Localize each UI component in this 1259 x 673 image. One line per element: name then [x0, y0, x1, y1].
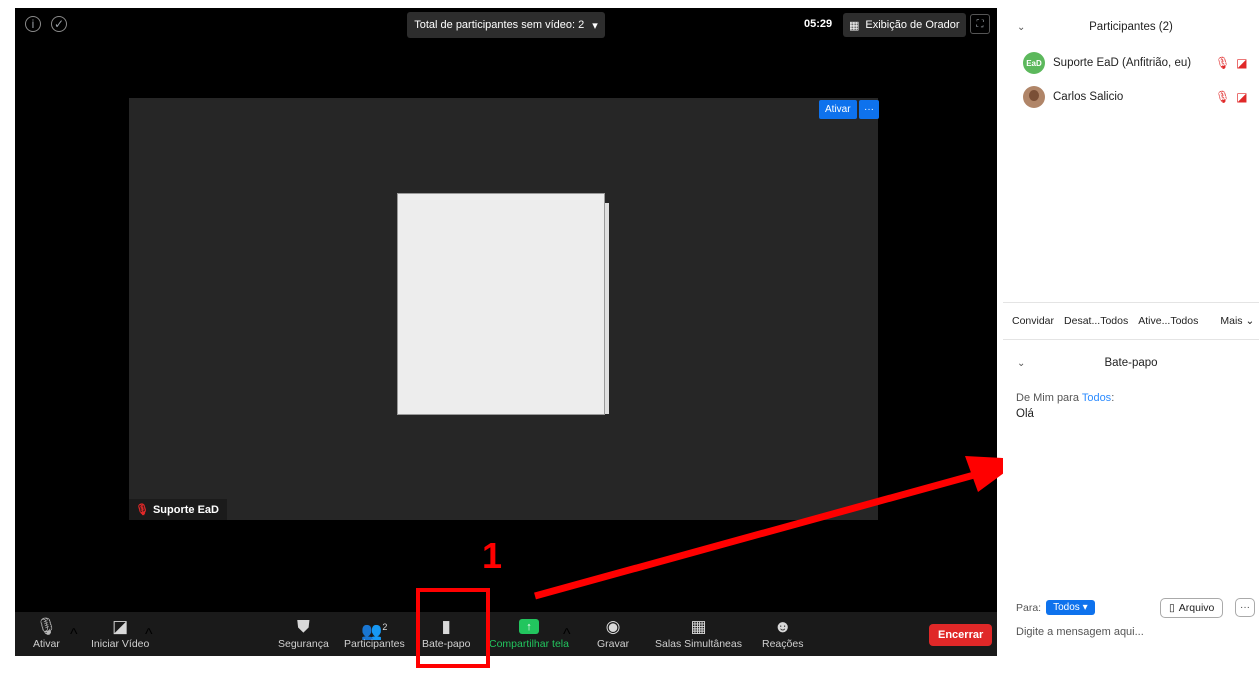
collapse-chevron-icon[interactable]: ⌄ [1017, 22, 1025, 33]
chat-message-text: Olá [1016, 408, 1034, 420]
mute-all-button[interactable]: Desat...Todos [1064, 315, 1128, 327]
avatar: EaD [1023, 52, 1045, 74]
chat-message-input[interactable] [1016, 626, 1246, 638]
invite-button[interactable]: Convidar [1012, 315, 1054, 327]
more-actions-button[interactable]: Mais ⌄ [1220, 315, 1254, 327]
participant-name: Suporte EaD (Anfitrião, eu) [1053, 57, 1192, 69]
participants-header: ⌄ Participantes (2) [1003, 14, 1259, 40]
collapse-chevron-icon[interactable]: ⌄ [1017, 358, 1025, 369]
participant-name: Carlos Salicio [1053, 91, 1124, 103]
muted-mic-icon[interactable]: 🎙︎ [1215, 56, 1230, 70]
more-label: Mais [1220, 315, 1243, 327]
file-label: Arquivo [1178, 602, 1215, 614]
avatar [1023, 86, 1045, 108]
file-button[interactable]: ▯ Arquivo [1160, 598, 1224, 618]
muted-mic-icon[interactable]: 🎙︎ [1215, 90, 1230, 104]
side-panel: ⌄ Participantes (2) EaD Suporte EaD (Anf… [1003, 0, 1259, 673]
chat-header: ⌄ Bate-papo [1003, 350, 1259, 376]
file-icon: ▯ [1169, 602, 1175, 614]
chat-title: Bate-papo [1104, 357, 1158, 369]
to-label: Para: [1016, 601, 1042, 614]
unmute-all-button[interactable]: Ative...Todos [1138, 315, 1198, 327]
chat-message-header: De Mim para Todos: [1016, 392, 1115, 404]
recipient-dropdown[interactable]: Todos ▾ [1046, 600, 1095, 615]
annotation-arrow-line [534, 468, 986, 600]
participant-status-icons: 🎙︎ ◪ [1215, 90, 1248, 104]
participant-item[interactable]: Carlos Salicio [1023, 86, 1123, 108]
participants-title: Participantes (2) [1089, 21, 1173, 33]
chat-recipient-row: Para: Todos ▾ [1016, 600, 1095, 615]
participants-actions-bar: Convidar Desat...Todos Ative...Todos Mai… [1003, 302, 1259, 340]
chat-from: De Mim para [1016, 392, 1079, 404]
video-off-icon[interactable]: ◪ [1236, 56, 1247, 70]
participant-item[interactable]: EaD Suporte EaD (Anfitrião, eu) [1023, 52, 1191, 74]
chat-more-button[interactable]: ··· [1235, 598, 1255, 617]
chevron-down-icon: ⌄ [1245, 315, 1255, 327]
participant-status-icons: 🎙︎ ◪ [1215, 56, 1248, 70]
chat-recipient-link[interactable]: Todos [1082, 392, 1111, 404]
video-off-icon[interactable]: ◪ [1236, 90, 1247, 104]
recipient-value: Todos [1053, 602, 1080, 613]
